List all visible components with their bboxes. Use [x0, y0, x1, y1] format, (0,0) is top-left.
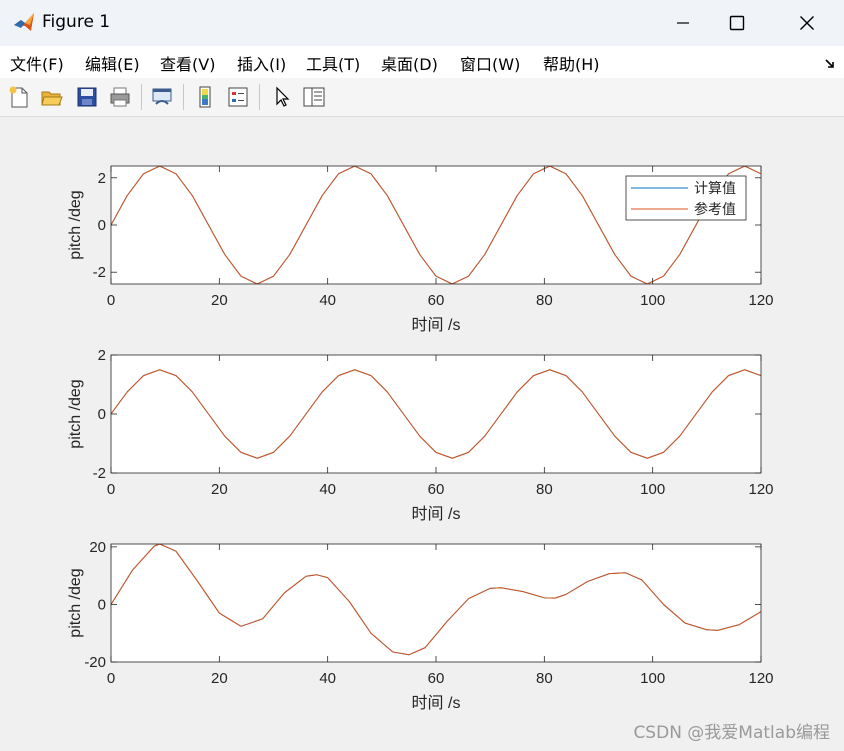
menu-window[interactable]: 窗口(W) [460, 51, 520, 75]
legend-label-2: 参考值 [694, 201, 736, 217]
menu-view[interactable]: 查看(V) [160, 51, 215, 75]
x-tick-label: 100 [640, 670, 665, 687]
x-tick-label: 40 [319, 292, 336, 309]
y-tick-label: 2 [98, 347, 106, 364]
y-axis-label: pitch /deg [67, 568, 84, 637]
x-tick-label: 40 [319, 481, 336, 498]
menu-desktop[interactable]: 桌面(D) [381, 51, 438, 75]
open-file-icon[interactable] [38, 83, 66, 111]
x-tick-label: 100 [640, 292, 665, 309]
close-icon [800, 16, 814, 30]
watermark: CSDN @我爱Matlab编程 [633, 723, 830, 743]
y-tick-label: 20 [89, 539, 106, 556]
y-tick-label: -2 [93, 465, 106, 482]
y-tick-label: 2 [98, 170, 106, 187]
toolbar-separator [141, 84, 142, 110]
x-axis-label: 时间 /s [412, 505, 461, 523]
toolbar [0, 78, 844, 117]
plot-area [111, 544, 761, 662]
x-tick-label: 60 [428, 481, 445, 498]
window-title: Figure 1 [42, 12, 111, 32]
x-tick-label: 0 [107, 481, 115, 498]
x-tick-label: 20 [211, 670, 228, 687]
maximize-icon [729, 15, 745, 31]
minimize-icon [677, 22, 689, 24]
y-axis-label: pitch /deg [67, 190, 84, 259]
y-tick-label: 0 [98, 596, 106, 613]
x-tick-label: 0 [107, 292, 115, 309]
x-tick-label: 20 [211, 292, 228, 309]
x-tick-label: 100 [640, 481, 665, 498]
y-tick-label: 0 [98, 406, 106, 423]
y-axis-label: pitch /deg [67, 379, 84, 448]
toolbar-separator [259, 84, 260, 110]
property-inspector-icon[interactable] [300, 83, 328, 111]
x-axis-label: 时间 /s [412, 316, 461, 334]
save-icon[interactable] [73, 83, 101, 111]
menu-tools[interactable]: 工具(T) [306, 51, 360, 75]
title-bar[interactable]: Figure 1 [0, 0, 844, 46]
dock-arrow-icon[interactable] [824, 55, 836, 68]
x-tick-label: 60 [428, 670, 445, 687]
menu-bar: 文件(F) 编辑(E) 查看(V) 插入(I) 工具(T) 桌面(D) 窗口(W… [0, 46, 844, 78]
y-tick-label: -2 [93, 264, 106, 281]
menu-help[interactable]: 帮助(H) [543, 51, 600, 75]
x-tick-label: 80 [536, 481, 553, 498]
insert-colorbar-icon[interactable] [191, 83, 219, 111]
x-tick-label: 20 [211, 481, 228, 498]
y-tick-label: 0 [98, 217, 106, 234]
edit-plot-icon[interactable] [268, 83, 296, 111]
x-tick-label: 120 [748, 670, 773, 687]
menu-edit[interactable]: 编辑(E) [85, 51, 140, 75]
x-tick-label: 60 [428, 292, 445, 309]
axes-1: 0 20 40 60 80 100 120-202时间 /spitch /deg计算值参考值 [67, 165, 774, 334]
legend-label-1: 计算值 [694, 180, 736, 196]
print-icon[interactable] [106, 83, 134, 111]
menu-file[interactable]: 文件(F) [10, 51, 64, 75]
matlab-logo-icon [13, 11, 35, 33]
x-tick-label: 120 [748, 481, 773, 498]
minimize-button[interactable] [660, 0, 706, 46]
axes-3: 0 20 40 60 80 100 120-20020时间 /spitch /deg [67, 539, 774, 712]
y-tick-label: -20 [84, 654, 106, 671]
toolbar-separator [183, 84, 184, 110]
x-tick-label: 40 [319, 670, 336, 687]
x-tick-label: 0 [107, 670, 115, 687]
close-button[interactable] [784, 0, 830, 46]
new-figure-icon[interactable] [5, 83, 33, 111]
legend: 计算值参考值 [625, 175, 747, 221]
menu-insert[interactable]: 插入(I) [237, 51, 286, 75]
figure-canvas: 0 20 40 60 80 100 120 -2 0 2 时间 /s pitch /deg 计算值 参考值… [2, 117, 842, 751]
figure-plots: 0 20 40 60 80 100 120-202时间 /spitch /deg计算值参考值… [67, 165, 774, 712]
x-tick-label: 120 [748, 292, 773, 309]
x-tick-label: 80 [536, 670, 553, 687]
insert-legend-icon[interactable] [224, 83, 252, 111]
figure-window: Figure 1 文件(F) 编辑(E) 查看(V) 插入(I) 工具(T) 桌… [0, 0, 844, 751]
link-plot-icon[interactable] [148, 83, 176, 111]
x-axis-label: 时间 /s [412, 694, 461, 712]
x-tick-label: 80 [536, 292, 553, 309]
maximize-button[interactable] [714, 0, 760, 46]
axes-2: 0 20 40 60 80 100 120-202时间 /spitch /deg [67, 347, 774, 523]
